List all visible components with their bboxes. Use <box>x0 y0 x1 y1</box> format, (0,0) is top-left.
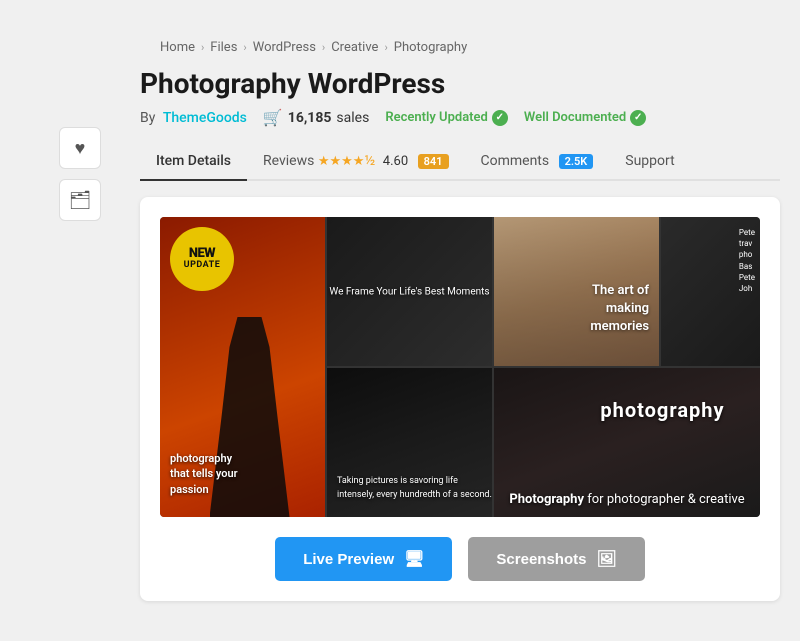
new-update-badge: NEW UPDATE <box>170 227 234 291</box>
sidebar-actions: ♥ 🗂 <box>40 67 140 601</box>
breadcrumb-sep-4: › <box>384 41 387 54</box>
taking-overlay-text: Taking pictures is savoring life intense… <box>337 475 492 502</box>
product-meta: By ThemeGoods 🛒 16,185 sales Recently Up… <box>140 108 780 127</box>
well-documented-text: Well Documented <box>524 110 626 125</box>
page-wrapper: Home › Files › WordPress › Creative › Ph… <box>20 20 780 621</box>
heart-icon: ♥ <box>75 138 86 159</box>
tab-support[interactable]: Support <box>609 143 690 181</box>
reviews-label: Reviews <box>263 153 314 169</box>
content-area: Photography WordPress By ThemeGoods 🛒 16… <box>140 67 780 601</box>
col1-overlay-text: photographythat tells yourpassion <box>170 451 238 497</box>
frame-overlay-text: We Frame Your Life's Best Moments <box>329 284 489 299</box>
tab-item-details[interactable]: Item Details <box>140 143 247 181</box>
well-documented-badge: Well Documented ✓ <box>524 110 646 126</box>
monitor-icon: 🖥 <box>404 549 424 569</box>
photography-label: Photography <box>509 492 584 507</box>
breadcrumb-creative[interactable]: Creative <box>331 40 378 55</box>
by-label: By <box>140 110 155 126</box>
tab-reviews[interactable]: Reviews ★★★★½ 4.60 841 <box>247 143 465 181</box>
collage-item-1: NEW UPDATE photographythat tells yourpas… <box>160 217 325 517</box>
sales-count: 16,185 <box>288 110 332 126</box>
breadcrumb-sep-2: › <box>243 41 246 54</box>
screenshots-button[interactable]: Screenshots 🖼 <box>468 537 644 581</box>
product-title: Photography WordPress <box>140 67 780 100</box>
collage-item-2: We Frame Your Life's Best Moments <box>327 217 492 366</box>
screenshots-label: Screenshots <box>496 551 586 568</box>
tab-comments[interactable]: Comments 2.5K <box>465 143 610 181</box>
stars-icon: ★★★★ <box>318 154 365 169</box>
photography-center-text: photography <box>600 398 724 422</box>
favorite-button[interactable]: ♥ <box>59 127 101 169</box>
comment-count-badge: 2.5K <box>559 154 594 169</box>
photo-bottom-overlay-text: Photography for photographer & creative <box>494 492 760 507</box>
sales-label: sales <box>336 110 369 126</box>
sales-info: 🛒 16,185 sales <box>263 108 369 127</box>
collage-item-5: Taking pictures is savoring life intense… <box>327 368 492 517</box>
breadcrumb-wordpress[interactable]: WordPress <box>253 40 316 55</box>
collage-item-3: The art of making memories <box>494 217 659 366</box>
star-half-icon: ½ <box>364 153 375 169</box>
collage-item-6: Photography for photographer & creative … <box>494 368 760 517</box>
preview-collage: NEW UPDATE photographythat tells yourpas… <box>160 217 760 517</box>
author-info: By ThemeGoods <box>140 110 247 126</box>
update-text: UPDATE <box>184 261 221 271</box>
new-text: NEW <box>189 247 215 261</box>
breadcrumb-files[interactable]: Files <box>210 40 237 55</box>
recently-updated-check: ✓ <box>492 110 508 126</box>
breadcrumb-sep-3: › <box>322 41 325 54</box>
live-preview-label: Live Preview <box>303 551 394 568</box>
breadcrumb: Home › Files › WordPress › Creative › Ph… <box>20 40 780 55</box>
tabs: Item Details Reviews ★★★★½ 4.60 841 Comm… <box>140 143 780 181</box>
sidebar-overlay-text: Pete trav pho Bas Pete Joh <box>739 227 755 294</box>
breadcrumb-home[interactable]: Home <box>160 40 195 55</box>
art-overlay-text: The art of making memories <box>590 282 649 337</box>
collection-button[interactable]: 🗂 <box>59 179 101 221</box>
comments-label: Comments <box>481 153 550 169</box>
well-documented-check: ✓ <box>630 110 646 126</box>
recently-updated-text: Recently Updated <box>385 110 488 125</box>
image-icon: 🖼 <box>596 549 616 569</box>
review-count-badge: 841 <box>418 154 449 169</box>
collage-item-4: Pete trav pho Bas Pete Joh <box>661 217 760 366</box>
author-link[interactable]: ThemeGoods <box>163 110 247 126</box>
photographer-label: for photographer & creative <box>587 492 744 507</box>
product-card: NEW UPDATE photographythat tells yourpas… <box>140 197 780 601</box>
tab-rating: 4.60 <box>383 154 408 169</box>
preview-image-container: NEW UPDATE photographythat tells yourpas… <box>160 217 760 517</box>
cart-icon: 🛒 <box>263 108 283 127</box>
live-preview-button[interactable]: Live Preview 🖥 <box>275 537 452 581</box>
breadcrumb-current: Photography <box>394 40 467 55</box>
folder-icon: 🗂 <box>69 190 92 211</box>
main-content: ♥ 🗂 Photography WordPress By ThemeGoods … <box>20 67 780 601</box>
breadcrumb-sep-1: › <box>201 41 204 54</box>
recently-updated-badge: Recently Updated ✓ <box>385 110 508 126</box>
button-row: Live Preview 🖥 Screenshots 🖼 <box>160 537 760 581</box>
